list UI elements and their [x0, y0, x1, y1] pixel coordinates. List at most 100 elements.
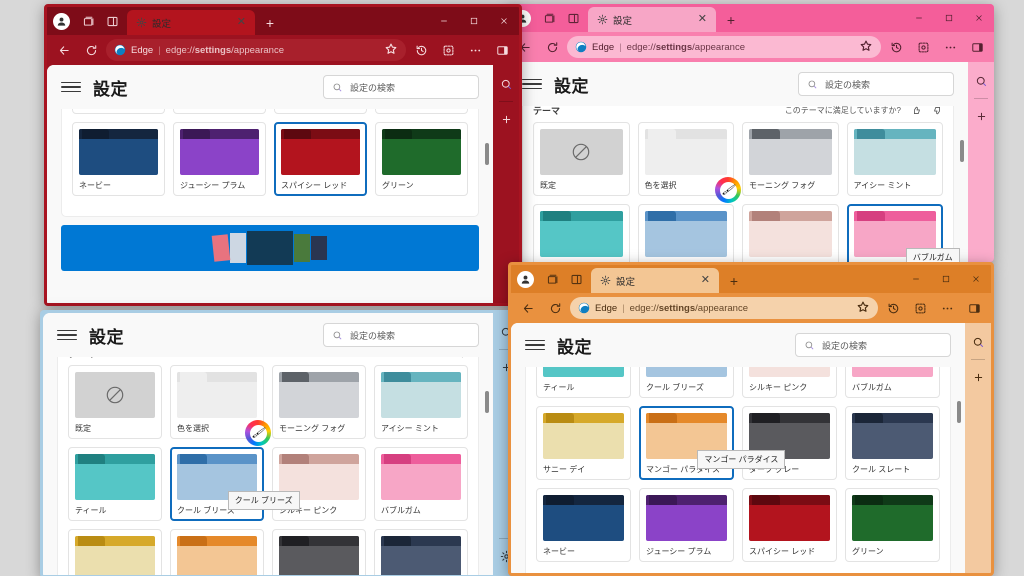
theme-card-sunny_day[interactable]: サニー デイ	[536, 406, 631, 480]
more-options-icon[interactable]	[463, 38, 487, 62]
theme-card-bubblegum[interactable]: バブルガム	[374, 447, 468, 521]
theme-card-navy[interactable]: ネービー	[536, 488, 631, 562]
close-tab-button[interactable]: ✕	[698, 275, 713, 286]
theme-card-silky_pink[interactable]: シルキー ピンク	[742, 204, 839, 262]
browser-tab[interactable]: 設定 ✕	[591, 268, 719, 293]
sidebar-toggle-icon[interactable]	[965, 35, 989, 59]
history-icon[interactable]	[884, 35, 908, 59]
back-arrow-icon[interactable]	[516, 296, 540, 320]
address-input[interactable]: Edge | edge://settings/appearance	[570, 297, 878, 319]
sidebar-toggle-icon[interactable]	[490, 38, 514, 62]
split-screen-icon[interactable]	[562, 6, 584, 30]
color-picker-icon[interactable]: 🖌	[715, 177, 741, 203]
sidebar-add-icon[interactable]	[495, 108, 517, 130]
refresh-icon[interactable]	[543, 296, 567, 320]
edge-window-red[interactable]: 設定 ✕ + Edge | edge://settings/appearance 設定 設定の…	[44, 4, 522, 306]
theme-card-teal[interactable]: ティール	[68, 447, 162, 521]
theme-card-mango_paradise[interactable]: マンゴー パラダイス	[170, 529, 264, 575]
thumbs-down-icon[interactable]	[932, 106, 943, 116]
theme-card-icy_mint[interactable]: アイシー ミント	[846, 122, 943, 196]
theme-card-teal[interactable]: ティール	[533, 204, 630, 262]
sidebar-add-icon[interactable]	[970, 105, 992, 127]
favorite-star-icon[interactable]	[384, 42, 398, 59]
edge-window-white[interactable]: 設定 設定の検索テーマ このテーマに満足していますか? 既定 🖌色を選択モーニング フォ…	[40, 310, 522, 576]
theme-card-default[interactable]: 既定	[533, 122, 630, 196]
favorite-star-icon[interactable]	[856, 300, 870, 317]
theme-card-cool_slate[interactable]: クール スレート	[374, 529, 468, 575]
theme-card-sunny_day[interactable]: サニー デイ	[68, 529, 162, 575]
theme-card-cool_breeze[interactable]: クール ブリーズ クール ブリーズ	[170, 447, 300, 521]
profile-icon[interactable]	[53, 12, 70, 30]
close-tab-button[interactable]: ✕	[234, 17, 249, 28]
address-input[interactable]: Edge | edge://settings/appearance	[106, 39, 406, 61]
scrollbar-thumb[interactable]	[960, 140, 964, 162]
extensions-icon[interactable]	[436, 38, 460, 62]
menu-hamburger-icon[interactable]	[57, 329, 77, 341]
search-input[interactable]: 設定の検索	[323, 75, 479, 99]
refresh-icon[interactable]	[79, 38, 103, 62]
theme-card-sunny_day[interactable]: サニー デイ	[72, 109, 165, 114]
history-icon[interactable]	[409, 38, 433, 62]
theme-card-green[interactable]: グリーン	[845, 488, 940, 562]
theme-card-dark_gray[interactable]: ダーク グレー	[272, 529, 366, 575]
search-input[interactable]: 設定の検索	[798, 72, 954, 96]
theme-card-cool_slate[interactable]: クール スレート	[375, 109, 468, 114]
color-picker-icon[interactable]: 🖌	[245, 420, 271, 446]
theme-card-silky_pink[interactable]: シルキー ピンク	[742, 367, 837, 398]
wallpaper-banner[interactable]	[61, 225, 479, 271]
thumbs-up-icon[interactable]	[911, 106, 922, 116]
maximize-icon[interactable]	[459, 7, 489, 35]
theme-card-teal[interactable]: ティール	[536, 367, 631, 398]
close-icon[interactable]	[489, 7, 519, 35]
theme-card-pick[interactable]: 🖌 色を選択	[637, 122, 741, 203]
extensions-icon[interactable]	[911, 35, 935, 59]
split-screen-icon[interactable]	[565, 267, 587, 291]
theme-card-dark_gray[interactable]: ダーク グレー	[274, 109, 367, 114]
close-icon[interactable]	[964, 4, 994, 32]
theme-card-pick[interactable]: 🖌 色を選択	[170, 365, 271, 446]
scrollbar-thumb[interactable]	[485, 143, 489, 165]
theme-card-bubblegum[interactable]: バブルガム	[845, 367, 940, 398]
theme-card-morning_fog[interactable]: モーニング フォグ	[742, 122, 839, 196]
maximize-icon[interactable]	[934, 4, 964, 32]
thumbs-up-icon[interactable]	[436, 357, 447, 359]
browser-tab[interactable]: 設定 ✕	[127, 10, 255, 35]
menu-hamburger-icon[interactable]	[61, 81, 81, 93]
collections-icon[interactable]	[77, 9, 99, 33]
sidebar-search-icon[interactable]	[967, 331, 989, 353]
maximize-icon[interactable]	[931, 265, 961, 293]
search-input[interactable]: 設定の検索	[795, 333, 951, 357]
address-input[interactable]: Edge | edge://settings/appearance	[567, 36, 881, 58]
scrollbar-thumb[interactable]	[485, 391, 489, 413]
theme-card-cool_breeze[interactable]: クール ブリーズ	[637, 204, 734, 262]
menu-hamburger-icon[interactable]	[522, 78, 542, 90]
edge-window-orange[interactable]: 設定 ✕ + Edge | edge://settings/appearance 設定 設定の…	[508, 262, 994, 576]
theme-card-spicy_red[interactable]: スパイシー レッド	[274, 122, 367, 196]
collections-icon[interactable]	[538, 6, 560, 30]
new-tab-button[interactable]: +	[723, 269, 745, 293]
theme-card-morning_fog[interactable]: モーニング フォグ	[272, 365, 366, 439]
sidebar-search-icon[interactable]	[495, 73, 517, 95]
browser-tab[interactable]: 設定 ✕	[588, 7, 716, 32]
sidebar-add-icon[interactable]	[967, 366, 989, 388]
thumbs-down-icon[interactable]	[457, 357, 468, 359]
theme-card-navy[interactable]: ネービー	[72, 122, 165, 196]
theme-card-juicy_plum[interactable]: ジューシー プラム	[173, 122, 266, 196]
collections-icon[interactable]	[541, 267, 563, 291]
theme-card-cool_breeze[interactable]: クール ブリーズ	[639, 367, 734, 398]
scrollbar-thumb[interactable]	[957, 401, 961, 423]
menu-hamburger-icon[interactable]	[525, 339, 545, 351]
close-icon[interactable]	[961, 265, 991, 293]
minimize-icon[interactable]	[901, 265, 931, 293]
new-tab-button[interactable]: +	[720, 8, 742, 32]
theme-card-juicy_plum[interactable]: ジューシー プラム	[639, 488, 734, 562]
theme-card-icy_mint[interactable]: アイシー ミント	[374, 365, 468, 439]
close-tab-button[interactable]: ✕	[695, 14, 710, 25]
profile-icon[interactable]	[517, 270, 534, 288]
theme-card-default[interactable]: 既定	[68, 365, 162, 439]
split-screen-icon[interactable]	[101, 9, 123, 33]
back-arrow-icon[interactable]	[52, 38, 76, 62]
favorite-star-icon[interactable]	[859, 39, 873, 56]
theme-card-spicy_red[interactable]: スパイシー レッド	[742, 488, 837, 562]
theme-card-bubblegum[interactable]: バブルガムバブルガム	[846, 204, 960, 262]
